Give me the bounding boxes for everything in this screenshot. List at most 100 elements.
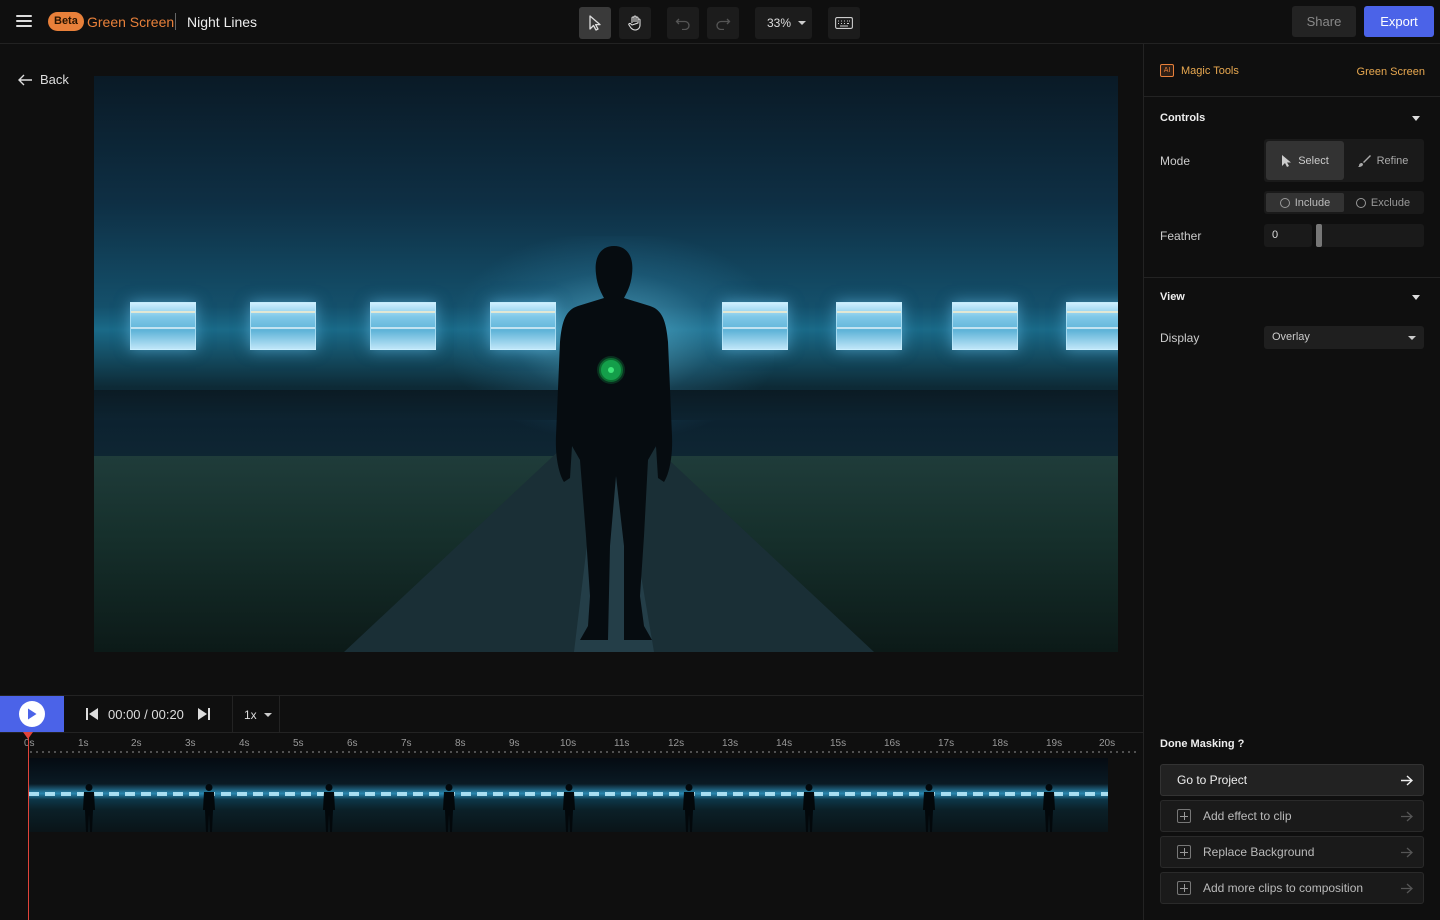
- feather-slider[interactable]: [1316, 224, 1424, 247]
- skip-back-icon[interactable]: [86, 708, 98, 720]
- arrow-right-icon: [1401, 811, 1413, 822]
- playhead-handle[interactable]: [23, 732, 33, 739]
- filmstrip-figure: [323, 784, 335, 832]
- tick-label: 20s: [1099, 738, 1116, 749]
- pointer-icon: [589, 15, 601, 31]
- tick-label: 3s: [185, 738, 196, 749]
- tick-label: 6s: [347, 738, 358, 749]
- divider: [232, 696, 233, 732]
- add-effect-button[interactable]: Add effect to clip: [1160, 800, 1424, 832]
- exclude-button[interactable]: Exclude: [1344, 193, 1422, 212]
- tick-label: 1s: [78, 738, 89, 749]
- speed-value: 1x: [244, 708, 257, 722]
- replace-background-button[interactable]: Replace Background: [1160, 836, 1424, 868]
- skip-forward-icon[interactable]: [198, 708, 210, 720]
- display-label: Display: [1160, 331, 1200, 345]
- tick-label: 15s: [830, 738, 847, 749]
- zoom-dropdown[interactable]: 33%: [755, 7, 812, 39]
- app-name: Green Screen: [87, 14, 175, 30]
- light-panel: [1066, 302, 1118, 350]
- plus-circle-icon: [1279, 197, 1290, 208]
- feather-label: Feather: [1160, 229, 1202, 243]
- light-panel: [370, 302, 436, 350]
- timeline-ruler[interactable]: 0s 1s 2s 3s 4s 5s 6s 7s 8s 9s 10s 11s 12…: [0, 733, 1143, 755]
- chevron-down-icon: [1408, 336, 1416, 340]
- divider: [279, 696, 280, 732]
- beta-badge: Beta: [48, 12, 84, 31]
- share-button[interactable]: Share: [1292, 6, 1356, 37]
- video-preview-canvas[interactable]: [94, 76, 1118, 652]
- plus-icon: [1177, 845, 1191, 859]
- undo-button[interactable]: [667, 7, 699, 39]
- tick-label: 18s: [992, 738, 1009, 749]
- slider-handle[interactable]: [1316, 224, 1322, 247]
- chevron-down-icon: [798, 21, 807, 25]
- filmstrip-figure: [203, 784, 215, 832]
- view-section-title[interactable]: View: [1160, 291, 1185, 303]
- select-mode-button[interactable]: Select: [1266, 141, 1344, 180]
- transport-bar: 00:00 / 00:20 1x: [0, 695, 1143, 733]
- mode-toggle: Select Refine: [1264, 139, 1424, 182]
- time-display: 00:00 / 00:20: [108, 707, 184, 722]
- playback-speed-dropdown[interactable]: 1x: [244, 708, 272, 722]
- feather-input[interactable]: 0: [1264, 224, 1312, 247]
- display-value: Overlay: [1272, 331, 1310, 343]
- controls-section-title[interactable]: Controls: [1160, 112, 1205, 124]
- plus-icon: [1177, 881, 1191, 895]
- refine-mode-label: Refine: [1376, 154, 1409, 167]
- done-masking-title: Done Masking ?: [1160, 738, 1245, 750]
- chevron-down-icon[interactable]: [1412, 295, 1420, 300]
- magic-tools-label: Magic Tools: [1181, 64, 1239, 77]
- play-button[interactable]: [0, 696, 64, 732]
- tick-label: 12s: [668, 738, 685, 749]
- tick-label: 4s: [239, 738, 250, 749]
- magic-tools-header: AI Magic Tools: [1160, 64, 1239, 77]
- tick-label: 10s: [560, 738, 577, 749]
- hand-tool-button[interactable]: [619, 7, 651, 39]
- include-button[interactable]: Include: [1266, 193, 1344, 212]
- select-tool-button[interactable]: [579, 7, 611, 39]
- refine-mode-button[interactable]: Refine: [1344, 141, 1422, 180]
- minus-circle-icon: [1355, 197, 1366, 208]
- tick-label: 14s: [776, 738, 793, 749]
- tick-label: 17s: [938, 738, 955, 749]
- tick-label: 9s: [509, 738, 520, 749]
- back-label: Back: [40, 72, 69, 87]
- export-button[interactable]: Export: [1364, 6, 1434, 37]
- arrow-right-icon: [1401, 775, 1413, 786]
- display-dropdown[interactable]: Overlay: [1264, 326, 1424, 349]
- add-more-clips-button[interactable]: Add more clips to composition: [1160, 872, 1424, 904]
- filmstrip-figure: [563, 784, 575, 832]
- tick-label: 8s: [455, 738, 466, 749]
- project-title[interactable]: Night Lines: [187, 14, 257, 30]
- tick-label: 2s: [131, 738, 142, 749]
- redo-button[interactable]: [707, 7, 739, 39]
- menu-icon[interactable]: [16, 15, 32, 29]
- green-screen-link[interactable]: Green Screen: [1357, 66, 1425, 78]
- playhead[interactable]: [28, 733, 29, 920]
- plus-icon: [1177, 809, 1191, 823]
- redo-icon: [716, 18, 731, 30]
- tick-label: 0s: [24, 738, 35, 749]
- arrow-right-icon: [1401, 847, 1413, 858]
- top-bar: Beta Green Screen Night Lines 33% Share …: [0, 0, 1440, 44]
- play-icon: [19, 701, 45, 727]
- chevron-down-icon[interactable]: [1412, 116, 1420, 121]
- light-panel: [250, 302, 316, 350]
- arrow-left-icon: [18, 74, 32, 85]
- tick-label: 5s: [293, 738, 304, 749]
- mask-point-marker[interactable]: [599, 358, 623, 382]
- title-divider: [175, 13, 176, 30]
- keyboard-shortcuts-button[interactable]: [828, 7, 860, 39]
- exclude-label: Exclude: [1370, 196, 1411, 209]
- tick-label: 11s: [614, 738, 630, 749]
- clip-filmstrip[interactable]: [29, 758, 1108, 832]
- light-panel: [130, 302, 196, 350]
- go-to-project-button[interactable]: Go to Project: [1160, 764, 1424, 796]
- tick-label: 19s: [1046, 738, 1063, 749]
- add-effect-label: Add effect to clip: [1203, 809, 1292, 823]
- filmstrip-figure: [443, 784, 455, 832]
- arrow-right-icon: [1401, 883, 1413, 894]
- back-button[interactable]: Back: [18, 72, 69, 87]
- tick-label: 7s: [401, 738, 412, 749]
